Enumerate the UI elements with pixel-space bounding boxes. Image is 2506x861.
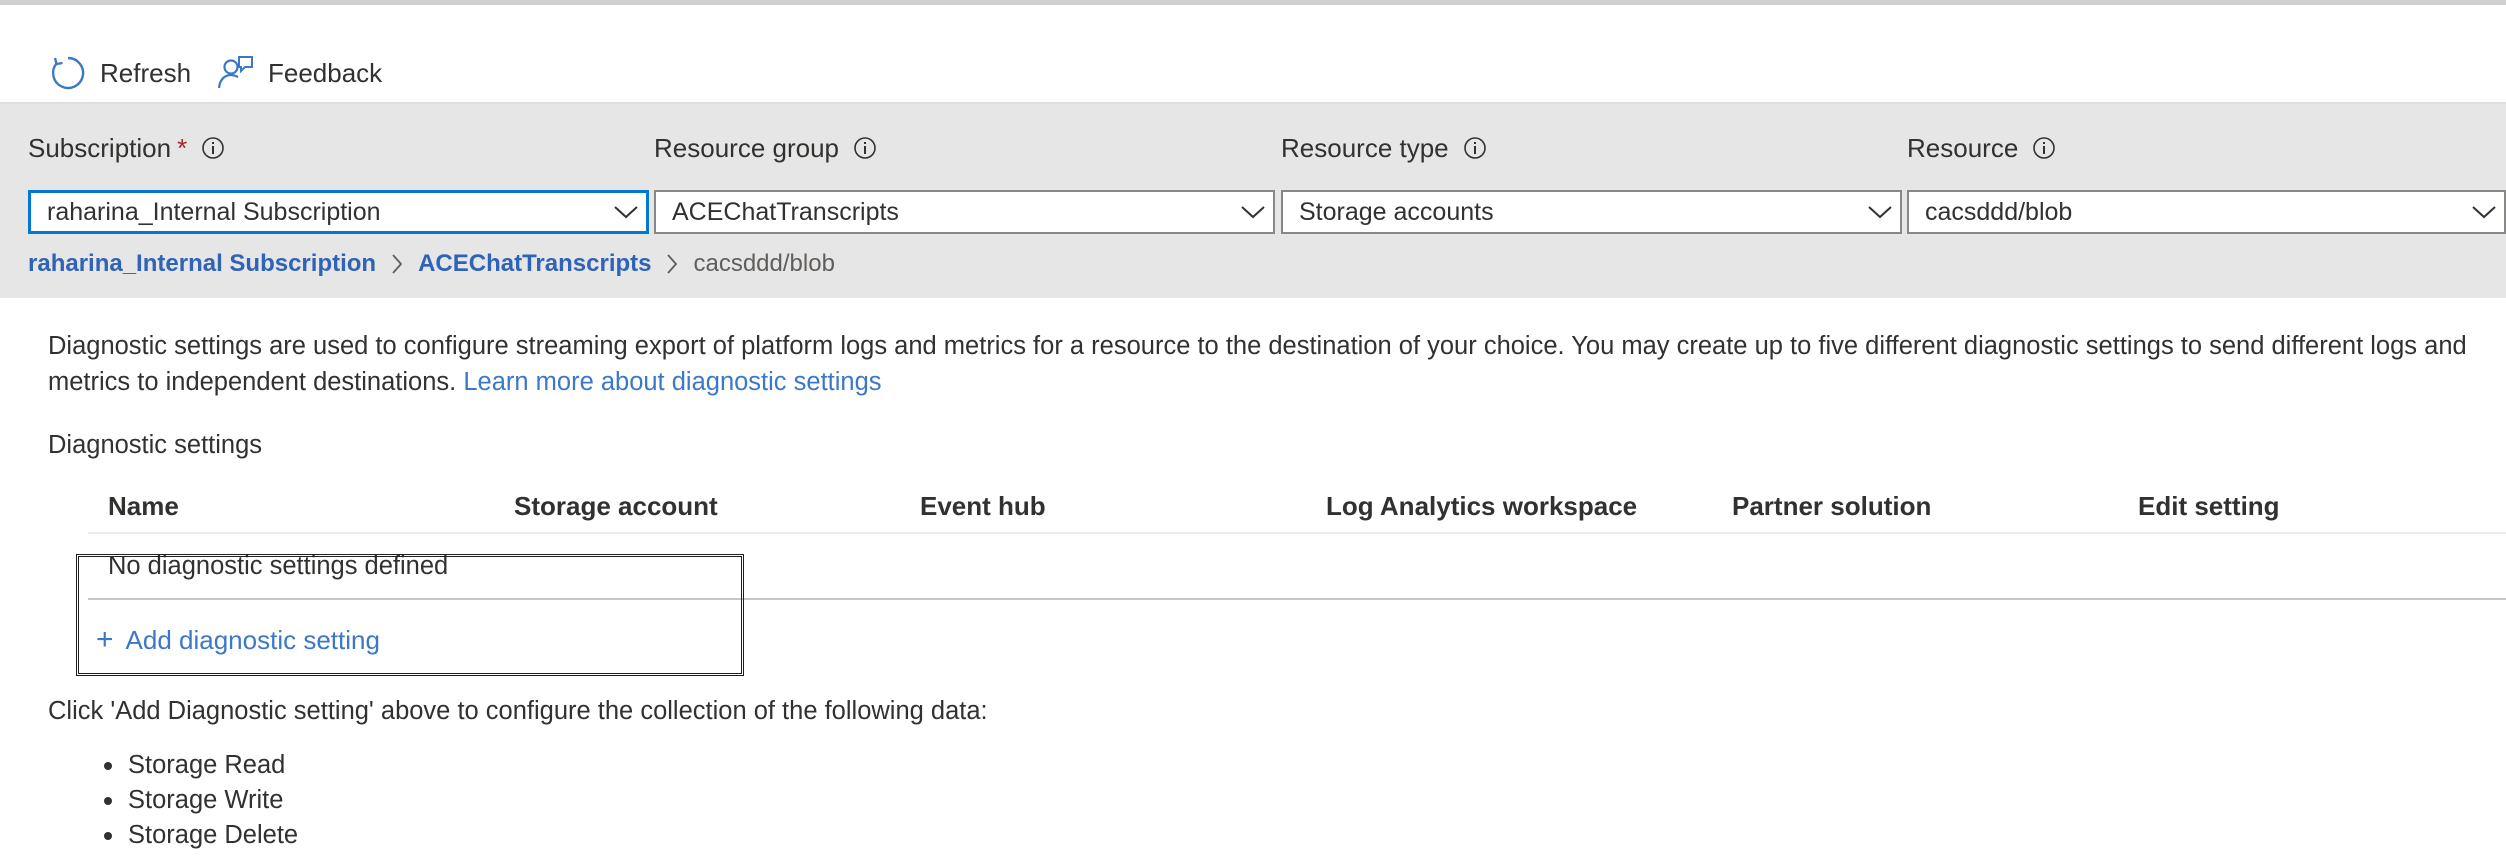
resource-type-field: Resource type Storage accounts: [1281, 126, 1906, 234]
resource-type-label: Resource type: [1281, 132, 1449, 163]
subscription-field: Subscription * raharina_Internal Subscri…: [28, 126, 653, 234]
empty-message: No diagnostic settings defined: [108, 552, 449, 580]
required-marker: *: [177, 132, 188, 163]
add-diagnostic-setting-link[interactable]: + Add diagnostic setting: [96, 620, 380, 660]
chevron-down-icon: [1860, 204, 1900, 220]
section-title: Diagnostic settings: [48, 431, 263, 459]
info-icon[interactable]: [1463, 136, 1487, 160]
refresh-icon: [50, 55, 86, 91]
resource-group-dropdown[interactable]: ACEChatTranscripts: [654, 190, 1275, 234]
chevron-right-icon: [665, 253, 679, 275]
table-row: No diagnostic settings defined: [88, 540, 2506, 600]
info-icon[interactable]: [201, 136, 225, 160]
column-header-partner-solution: Partner solution: [1732, 490, 1932, 521]
resource-group-value: ACEChatTranscripts: [672, 197, 899, 226]
resource-type-value: Storage accounts: [1299, 197, 1494, 226]
subscription-dropdown[interactable]: raharina_Internal Subscription: [28, 190, 649, 234]
column-header-name: Name: [108, 490, 179, 521]
refresh-button[interactable]: Refresh: [50, 45, 191, 101]
feedback-icon: [216, 54, 254, 92]
feedback-button[interactable]: Feedback: [216, 45, 382, 101]
column-header-edit-setting: Edit setting: [2138, 490, 2280, 521]
list-item: Storage Read: [96, 748, 298, 783]
resource-label: Resource: [1907, 132, 2019, 163]
description-text: Diagnostic settings are used to configur…: [48, 332, 2467, 396]
learn-more-link[interactable]: Learn more about diagnostic settings: [463, 368, 881, 396]
subscription-label: Subscription: [28, 132, 172, 163]
refresh-label: Refresh: [100, 57, 192, 88]
info-icon[interactable]: [853, 136, 877, 160]
list-item: Storage Write: [96, 783, 298, 818]
add-diagnostic-setting-label: Add diagnostic setting: [125, 624, 380, 655]
breadcrumb: raharina_Internal Subscription ACEChatTr…: [28, 246, 835, 282]
instructions-text: Click 'Add Diagnostic setting' above to …: [48, 697, 988, 725]
command-bar: Refresh Feedback: [0, 5, 2506, 104]
resource-dropdown[interactable]: cacsddd/blob: [1907, 190, 2506, 234]
subscription-value: raharina_Internal Subscription: [47, 197, 381, 226]
info-icon[interactable]: [2032, 136, 2056, 160]
list-item: Storage Delete: [96, 818, 298, 853]
resource-group-label: Resource group: [654, 132, 839, 163]
column-header-log-analytics: Log Analytics workspace: [1326, 490, 1638, 521]
chevron-down-icon: [606, 204, 646, 220]
breadcrumb-resource-group[interactable]: ACEChatTranscripts: [418, 250, 651, 278]
table-header: Name Storage account Event hub Log Analy…: [88, 480, 2506, 534]
breadcrumb-subscription[interactable]: raharina_Internal Subscription: [28, 250, 376, 278]
column-header-event-hub: Event hub: [920, 490, 1046, 521]
filter-bar: Subscription * raharina_Internal Subscri…: [0, 104, 2506, 298]
chevron-down-icon: [2464, 204, 2504, 220]
resource-value: cacsddd/blob: [1925, 197, 2073, 226]
chevron-right-icon: [390, 253, 404, 275]
feedback-label: Feedback: [268, 57, 383, 88]
breadcrumb-current: cacsddd/blob: [693, 250, 835, 277]
plus-icon: +: [96, 623, 114, 656]
chevron-down-icon: [1233, 204, 1273, 220]
column-header-storage-account: Storage account: [514, 490, 718, 521]
data-list: Storage Read Storage Write Storage Delet…: [96, 748, 298, 853]
resource-field: Resource cacsddd/blob: [1907, 126, 2506, 234]
description: Diagnostic settings are used to configur…: [48, 328, 2488, 400]
resource-group-field: Resource group ACEChatTranscripts: [654, 126, 1279, 234]
resource-type-dropdown[interactable]: Storage accounts: [1281, 190, 1902, 234]
